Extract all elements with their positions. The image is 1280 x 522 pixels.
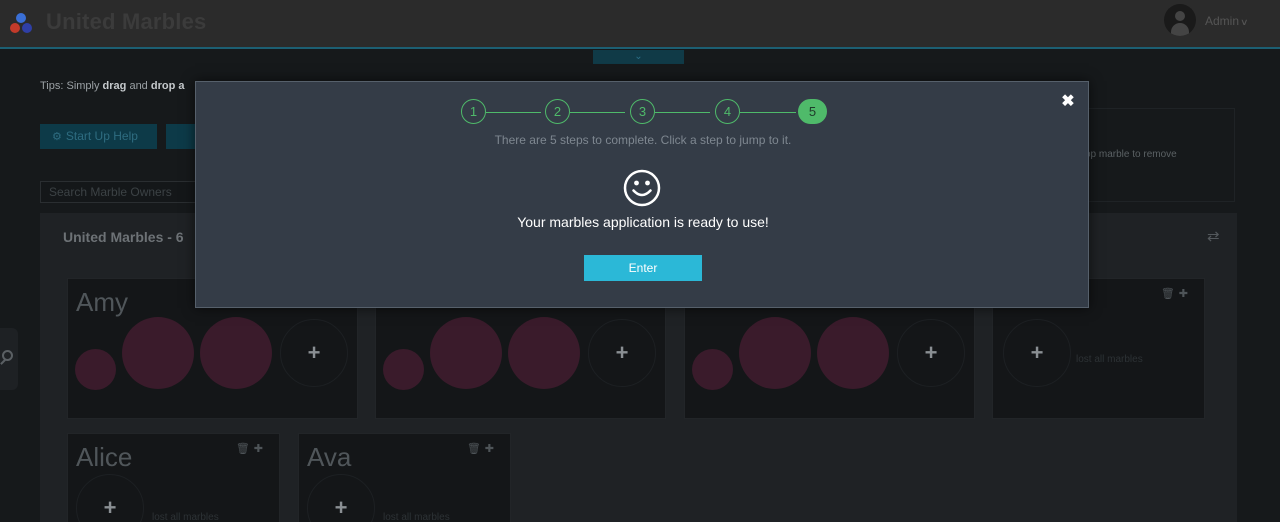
card-tools: 🗑✚ <box>1161 287 1192 300</box>
pin-icon[interactable]: ✚ <box>254 443 267 455</box>
start-up-help-button[interactable]: ⚙ Start Up Help <box>40 124 157 149</box>
marbles-logo-icon <box>8 11 34 37</box>
app-title: United Marbles <box>46 9 207 34</box>
trash-icon[interactable]: 🗑 <box>1161 288 1179 300</box>
lost-marbles-text: lost all marbles <box>383 512 450 522</box>
drawer-toggle[interactable]: ⌄ <box>593 50 684 64</box>
step-1[interactable]: 1 <box>461 99 486 124</box>
enter-button[interactable]: Enter <box>584 255 702 281</box>
card-tools: 🗑✚ <box>467 442 498 455</box>
marble[interactable] <box>739 317 811 389</box>
trash-icon[interactable]: 🗑 <box>236 443 254 455</box>
add-marble-button[interactable]: + <box>76 474 144 522</box>
add-marble-button[interactable]: + <box>280 319 348 387</box>
step-connector <box>570 112 625 113</box>
add-marble-button[interactable]: + <box>1003 319 1071 387</box>
marble[interactable] <box>200 317 272 389</box>
add-marble-button[interactable]: + <box>307 474 375 522</box>
marble[interactable] <box>75 349 116 390</box>
user-avatar-icon[interactable] <box>1164 4 1196 36</box>
plus-icon: + <box>615 340 629 365</box>
chevron-down-icon: ⌄ <box>634 51 643 62</box>
start-up-help-label: Start Up Help <box>65 129 138 143</box>
lost-marbles-text: lost all marbles <box>152 512 219 522</box>
tips-prefix: Tips: Simply <box>40 80 103 92</box>
setup-wizard-modal: ✖ 1 2 3 4 5 There are 5 steps to complet… <box>195 81 1089 308</box>
marble[interactable] <box>692 349 733 390</box>
side-search-tab[interactable] <box>0 328 18 390</box>
plus-icon: + <box>1030 340 1044 365</box>
owner-name: Alice <box>76 442 133 472</box>
step-connector <box>740 112 796 113</box>
step-5[interactable]: 5 <box>798 99 827 124</box>
marble[interactable] <box>817 317 889 389</box>
lost-marbles-text: lost all marbles <box>1076 354 1143 365</box>
secondary-button[interactable] <box>166 124 198 149</box>
marble[interactable] <box>430 317 502 389</box>
user-menu[interactable]: Admin∨ <box>1205 14 1249 28</box>
step-4[interactable]: 4 <box>715 99 740 124</box>
swap-icon[interactable]: ⇄ <box>1207 227 1220 245</box>
step-connector <box>655 112 710 113</box>
step-connector <box>486 112 541 113</box>
step-2[interactable]: 2 <box>545 99 570 124</box>
user-menu-label: Admin <box>1205 14 1240 28</box>
card-tools: 🗑✚ <box>236 442 267 455</box>
marble[interactable] <box>508 317 580 389</box>
chevron-down-icon: ∨ <box>1240 17 1249 27</box>
pin-icon[interactable]: ✚ <box>1179 288 1192 300</box>
panel-title: United Marbles - 6 <box>63 229 184 245</box>
plus-icon: + <box>334 495 348 520</box>
plus-icon: + <box>924 340 938 365</box>
tips-text: Tips: Simply drag and drop a <box>40 80 184 92</box>
owner-search-input[interactable]: Search Marble Owners <box>40 181 200 203</box>
trash-icon[interactable]: 🗑 <box>467 443 485 455</box>
owner-card-ava: Ava 🗑✚ + lost all marbles <box>298 433 511 522</box>
ready-message: Your marbles application is ready to use… <box>517 214 769 230</box>
owner-name: Amy <box>76 287 128 317</box>
smiley-icon <box>623 169 661 207</box>
owner-name: Ava <box>307 442 352 472</box>
tips-and: and <box>126 80 151 92</box>
marble[interactable] <box>122 317 194 389</box>
tips-drop: drop a <box>150 80 185 92</box>
add-marble-button[interactable]: + <box>897 319 965 387</box>
pin-icon[interactable]: ✚ <box>485 443 498 455</box>
plus-icon: + <box>103 495 117 520</box>
hint-text: op marble to remove <box>1085 149 1177 160</box>
top-navbar: United Marbles Admin∨ <box>0 0 1280 49</box>
plus-icon: + <box>307 340 321 365</box>
gears-icon: ⚙ <box>52 131 62 143</box>
close-icon[interactable]: ✖ <box>1059 93 1077 111</box>
steps-hint: There are 5 steps to complete. Click a s… <box>494 133 792 147</box>
marble[interactable] <box>383 349 424 390</box>
add-marble-button[interactable]: + <box>588 319 656 387</box>
owner-card-alice: Alice 🗑✚ + lost all marbles <box>67 433 280 522</box>
step-3[interactable]: 3 <box>630 99 655 124</box>
tips-drag: drag <box>102 80 127 92</box>
